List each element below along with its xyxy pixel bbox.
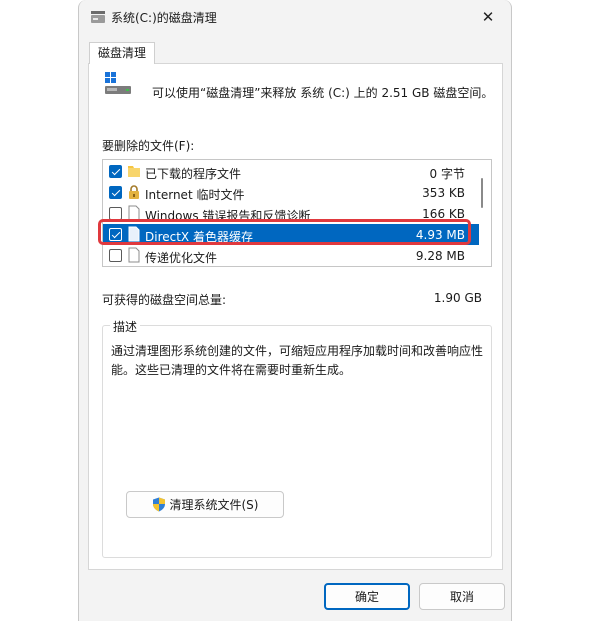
cancel-button[interactable]: 取消	[419, 583, 505, 610]
file-icon	[128, 205, 140, 221]
file-size: 4.93 MB	[415, 228, 465, 242]
file-icon	[128, 226, 140, 242]
folder-icon	[128, 166, 140, 177]
list-item[interactable]: 传递优化文件 9.28 MB	[103, 245, 479, 266]
description-text: 通过清理图形系统创建的文件，可缩短应用程序加载时间和改善响应性能。这些已清理的文…	[111, 344, 484, 377]
close-button[interactable]: ✕	[465, 0, 511, 34]
files-to-delete-label: 要删除的文件(F):	[102, 139, 195, 153]
close-icon: ✕	[481, 8, 495, 26]
disk-cleanup-app-icon	[91, 11, 105, 23]
summary-text: 可以使用“磁盘清理”来释放 系统 (C:) 上的 2.51 GB 磁盘空间。	[152, 86, 494, 100]
file-size: 0 字节	[429, 167, 465, 181]
shield-icon	[152, 497, 165, 512]
list-item[interactable]: 已下载的程序文件 0 字节	[103, 161, 479, 182]
file-size: 9.28 MB	[415, 249, 465, 263]
file-name: 传递优化文件	[145, 251, 218, 265]
checkbox[interactable]	[109, 228, 122, 241]
description-legend: 描述	[110, 318, 141, 335]
available-space-label: 可获得的磁盘空间总量:	[102, 293, 227, 307]
file-name: Windows 错误报告和反馈诊断	[145, 209, 311, 223]
checkbox[interactable]	[109, 186, 122, 199]
tab-disk-cleanup[interactable]: 磁盘清理	[89, 42, 156, 64]
checkbox[interactable]	[109, 207, 122, 220]
scrollbar[interactable]	[481, 178, 483, 208]
files-list[interactable]: 已下载的程序文件 0 字节 Internet 临时文件 353 KB Windo	[102, 159, 492, 267]
file-size: 353 KB	[422, 186, 465, 200]
disk-cleanup-window: 系统(C:)的磁盘清理 ✕ 磁盘清理 可以使用“磁盘清理”来释放 系统 (C:)…	[78, 0, 512, 621]
file-icon	[128, 247, 140, 263]
file-name: DirectX 着色器缓存	[145, 230, 253, 244]
clean-system-files-label: 清理系统文件(S)	[169, 498, 259, 512]
drive-icon	[105, 72, 131, 94]
list-item-selected[interactable]: DirectX 着色器缓存 4.93 MB	[103, 224, 479, 245]
tab-panel: 可以使用“磁盘清理”来释放 系统 (C:) 上的 2.51 GB 磁盘空间。 要…	[88, 63, 503, 570]
file-name: 已下载的程序文件	[145, 167, 242, 181]
list-item[interactable]: Internet 临时文件 353 KB	[103, 182, 479, 203]
list-item[interactable]: Windows 错误报告和反馈诊断 166 KB	[103, 203, 479, 224]
clean-system-files-button[interactable]: 清理系统文件(S)	[126, 491, 284, 518]
available-space-value: 1.90 GB	[433, 291, 482, 305]
lock-icon	[129, 185, 139, 199]
checkbox[interactable]	[109, 165, 122, 178]
description-group: 描述 通过清理图形系统创建的文件，可缩短应用程序加载时间和改善响应性能。这些已清…	[102, 318, 492, 558]
title-bar[interactable]: 系统(C:)的磁盘清理 ✕	[79, 0, 511, 34]
checkbox[interactable]	[109, 249, 122, 262]
window-title: 系统(C:)的磁盘清理	[111, 11, 217, 25]
file-name: Internet 临时文件	[145, 188, 245, 202]
file-size: 166 KB	[422, 207, 465, 221]
ok-button[interactable]: 确定	[324, 583, 410, 610]
